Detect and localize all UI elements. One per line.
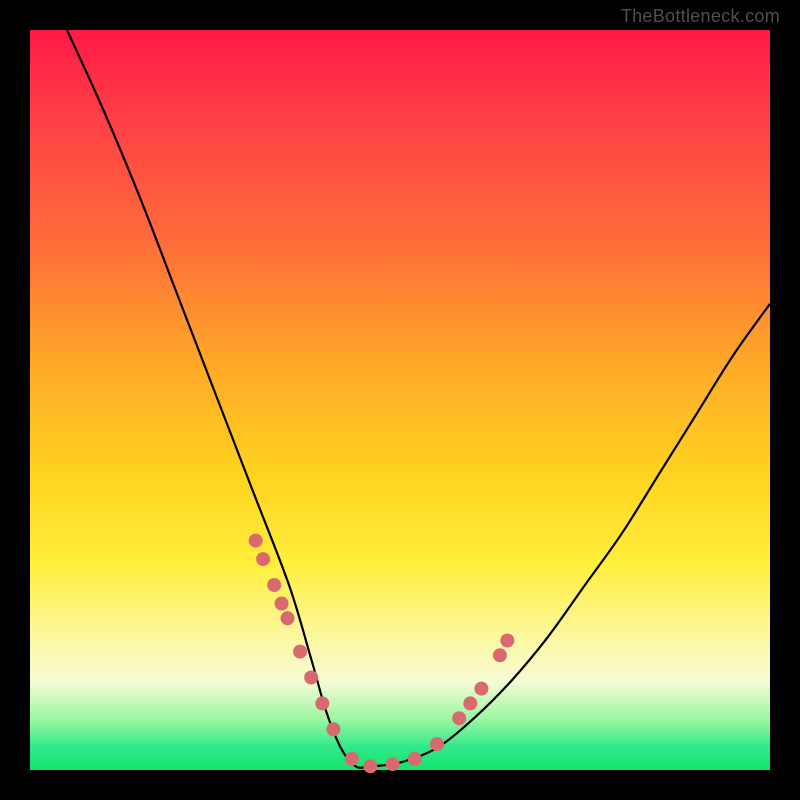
marker-dot [326,722,340,736]
marker-dot [315,696,329,710]
marker-dot [267,578,281,592]
marker-dot [249,534,263,548]
marker-dot [386,757,400,771]
marker-dot [304,671,318,685]
bottleneck-curve-path [67,30,770,768]
watermark-text: TheBottleneck.com [621,6,780,27]
marker-dot [500,634,514,648]
marker-dot [256,552,270,566]
marker-group [249,534,515,774]
marker-dot [345,752,359,766]
marker-dot [463,696,477,710]
marker-dot [474,682,488,696]
marker-dot [363,759,377,773]
marker-dot [430,737,444,751]
chart-frame: TheBottleneck.com [0,0,800,800]
marker-dot [293,645,307,659]
marker-dot [281,611,295,625]
marker-dot [408,752,422,766]
marker-dot [452,711,466,725]
plot-area [30,30,770,770]
marker-dot [493,648,507,662]
marker-dot [275,597,289,611]
curve-svg [30,30,770,770]
